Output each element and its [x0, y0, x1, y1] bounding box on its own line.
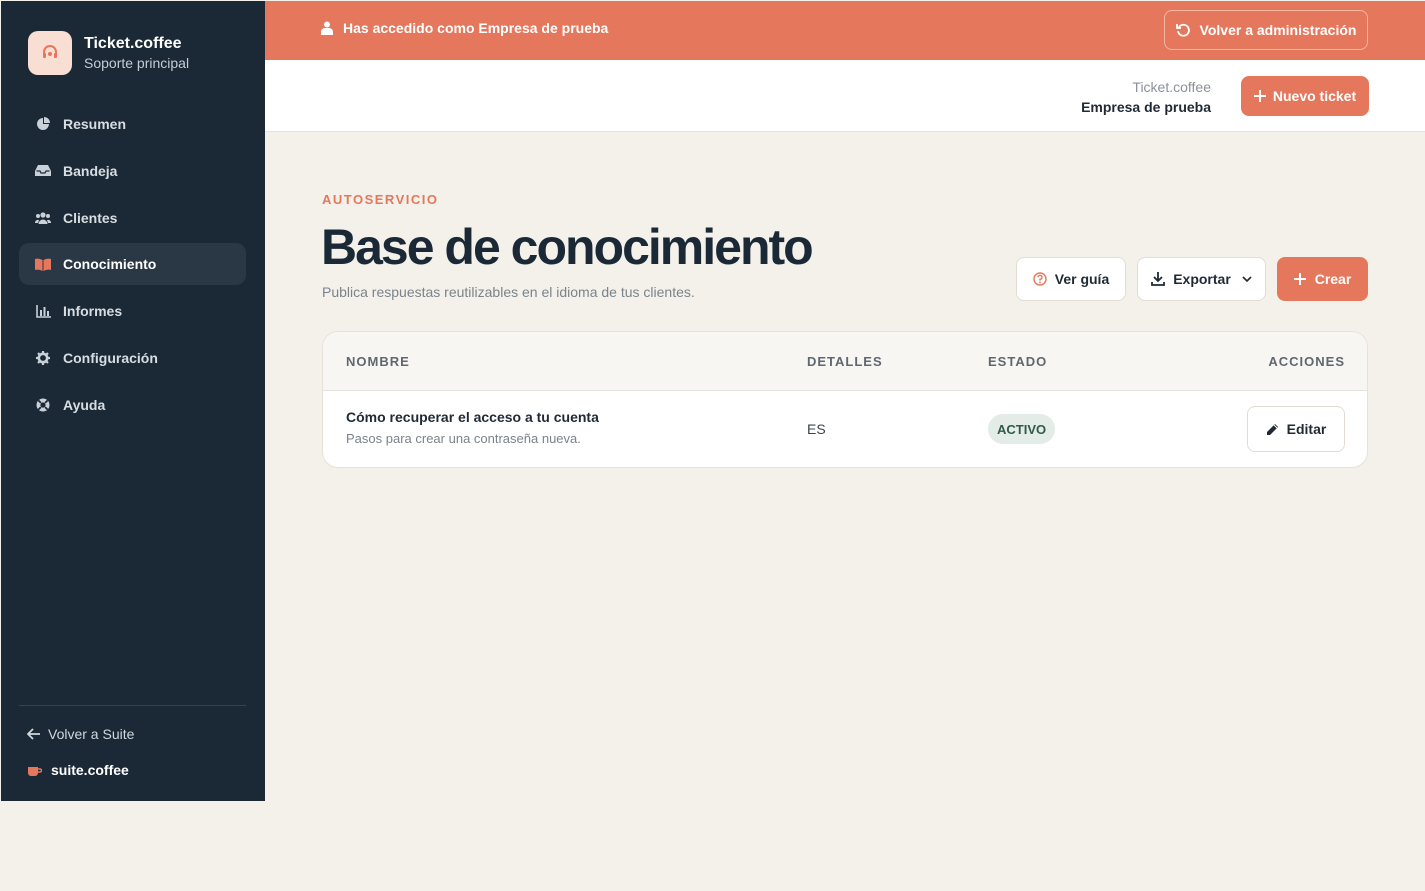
arrow-left-icon: [27, 728, 40, 740]
support-logo-icon: [28, 31, 72, 75]
banner-text: Has accedido como Empresa de prueba: [343, 20, 609, 36]
back-to-admin-label: Volver a administración: [1199, 22, 1357, 38]
article-title[interactable]: Cómo recuperar el acceso a tu cuenta: [346, 409, 599, 425]
help-circle-icon: [1033, 272, 1047, 286]
edit-button[interactable]: Editar: [1247, 406, 1345, 452]
sidebar-item-label: Conocimiento: [63, 256, 157, 273]
view-guide-button[interactable]: Ver guía: [1016, 257, 1126, 301]
sidebar-item-label: Clientes: [63, 209, 118, 226]
plus-icon: [1293, 273, 1306, 285]
new-ticket-button[interactable]: Nuevo ticket: [1241, 76, 1369, 116]
brand-subtitle: Soporte principal: [84, 55, 190, 71]
back-to-admin-button[interactable]: Volver a administración: [1164, 10, 1368, 50]
sidebar-item-conocimiento[interactable]: Conocimiento: [19, 243, 246, 286]
sidebar-nav: Resumen Bandeja Clientes Conocimiento In…: [19, 103, 246, 431]
user-icon: [321, 21, 333, 35]
chevron-down-icon: [1242, 275, 1252, 283]
article-subtitle: Pasos para crear una contraseña nueva.: [346, 431, 581, 446]
edit-label: Editar: [1286, 421, 1327, 437]
app-window: Ticket.coffee Soporte principal Resumen …: [1, 1, 1425, 801]
sidebar-item-label: Bandeja: [63, 162, 118, 179]
suite-brand-link[interactable]: suite.coffee: [27, 762, 129, 778]
column-header-actions: ACCIONES: [1268, 354, 1345, 369]
impersonation-banner: Has accedido como Empresa de prueba Volv…: [265, 1, 1425, 60]
view-guide-label: Ver guía: [1054, 271, 1110, 287]
gear-icon: [35, 350, 51, 366]
sidebar-item-label: Resumen: [63, 116, 127, 132]
undo-icon: [1175, 23, 1190, 37]
org-info: Ticket.coffee Empresa de prueba: [1081, 77, 1211, 117]
article-language: ES: [807, 421, 826, 437]
book-icon: [35, 256, 51, 272]
coffee-cup-icon: [27, 764, 42, 777]
sidebar-item-informes[interactable]: Informes: [19, 290, 246, 332]
table-row[interactable]: Cómo recuperar el acceso a tu cuenta Pas…: [323, 391, 1367, 467]
create-label: Crear: [1314, 271, 1352, 287]
sidebar-item-label: Informes: [63, 303, 123, 320]
suite-brand-label: suite.coffee: [51, 762, 129, 778]
sidebar-divider: [19, 705, 246, 706]
back-to-suite-label: Volver a Suite: [48, 726, 135, 742]
users-icon: [35, 210, 51, 226]
sidebar-item-ayuda[interactable]: Ayuda: [19, 384, 246, 426]
export-dropdown-button[interactable]: Exportar: [1137, 257, 1266, 301]
sidebar-item-resumen[interactable]: Resumen: [19, 103, 246, 145]
new-ticket-label: Nuevo ticket: [1272, 88, 1357, 104]
page-description: Publica respuestas reutilizables en el i…: [322, 284, 695, 300]
column-header-status[interactable]: ESTADO: [988, 354, 1047, 369]
sidebar-item-label: Ayuda: [63, 396, 106, 413]
download-icon: [1151, 272, 1166, 286]
page-title: Base de conocimiento: [321, 219, 814, 275]
export-label: Exportar: [1173, 271, 1231, 287]
plus-icon: [1253, 90, 1266, 102]
column-header-name[interactable]: NOMBRE: [346, 354, 410, 369]
sidebar: Ticket.coffee Soporte principal Resumen …: [1, 1, 265, 801]
brand-name: Ticket.coffee: [84, 35, 182, 52]
pie-chart-icon: [35, 116, 51, 132]
sidebar-item-bandeja[interactable]: Bandeja: [19, 150, 246, 192]
pencil-icon: [1266, 423, 1279, 436]
top-bar: Ticket.coffee Empresa de prueba Nuevo ti…: [265, 60, 1425, 132]
bar-chart-icon: [35, 303, 51, 319]
sidebar-item-label: Configuración: [63, 349, 158, 366]
sidebar-item-clientes[interactable]: Clientes: [19, 197, 246, 239]
create-button[interactable]: Crear: [1277, 257, 1368, 301]
back-to-suite-link[interactable]: Volver a Suite: [27, 726, 134, 742]
column-header-details[interactable]: DETALLES: [807, 354, 883, 369]
inbox-icon: [35, 163, 51, 179]
sidebar-item-configuracion[interactable]: Configuración: [19, 337, 246, 379]
lifebuoy-icon: [35, 397, 51, 413]
org-app-name: Ticket.coffee: [1132, 79, 1211, 95]
page-eyebrow: AUTOSERVICIO: [322, 192, 439, 207]
org-company-name: Empresa de prueba: [1081, 99, 1211, 115]
articles-table: NOMBRE DETALLES ESTADO ACCIONES Cómo rec…: [322, 331, 1368, 468]
table-header: NOMBRE DETALLES ESTADO ACCIONES: [323, 332, 1367, 391]
status-badge: ACTIVO: [988, 414, 1056, 444]
brand[interactable]: Ticket.coffee Soporte principal: [28, 31, 189, 75]
